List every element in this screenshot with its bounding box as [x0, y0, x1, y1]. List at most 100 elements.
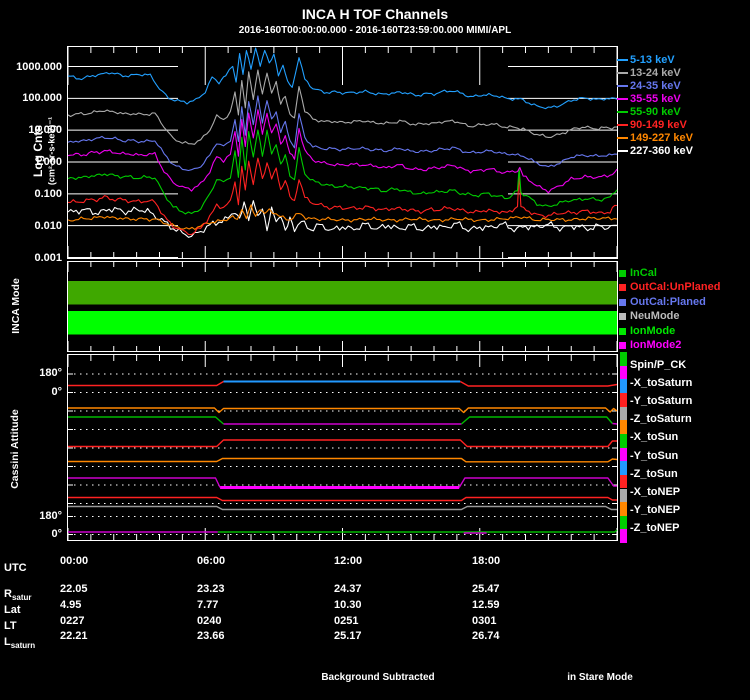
- table-cell-Lat-0: 4.95: [60, 599, 82, 611]
- mode-swatch-InCal: [619, 270, 626, 277]
- attitude-ytick-label: 0°: [51, 385, 62, 398]
- l-row-label: Lsaturn: [4, 636, 36, 651]
- legend-tick-149-227keV: [617, 137, 628, 139]
- attitude-label-Z_toSun: -Z_toSun: [630, 467, 678, 480]
- mode-swatch-IonMode: [619, 327, 626, 335]
- tof-spectra-panel: [67, 46, 618, 259]
- attitude-trace: [459, 380, 618, 387]
- attitude-color-strip-segment: [620, 420, 627, 434]
- attitude-color-strip-segment: [620, 461, 627, 475]
- attitude-color-strip-segment: [620, 488, 627, 503]
- attitude-trace: [68, 477, 221, 488]
- attitude-ytick-label: 180°: [39, 367, 62, 379]
- legend-item: 13-24 keV: [630, 67, 681, 79]
- attitude-ytick-label: 0°: [51, 527, 62, 540]
- cassini-attitude-panel: [67, 354, 618, 541]
- attitude-trace: [68, 457, 618, 463]
- plot-page: INCA H TOF Channels 2016-160T00:00:00.00…: [0, 0, 750, 700]
- legend-item: 55-90 keV: [630, 106, 681, 118]
- attitude-label-X_toSaturn: -X_toSaturn: [630, 377, 693, 390]
- time-range-subtitle: 2016-160T00:00:00.000 - 2016-160T23:59:0…: [238, 25, 512, 36]
- attitude-axis-title: Cassini Attitude: [9, 409, 21, 489]
- attitude-label-Y_toSun: -Y_toSun: [630, 449, 679, 462]
- legend-item: 35-55 keV: [630, 93, 681, 105]
- legend-tick-227-360keV: [617, 150, 628, 152]
- tof-series-24-35keV: [67, 95, 618, 172]
- legend-item: 149-227 keV: [630, 132, 693, 144]
- table-cell-Lat-1: 7.77: [197, 599, 219, 611]
- attitude-color-strip-segment: [620, 352, 627, 366]
- mode-label: InCal: [630, 267, 657, 279]
- attitude-color-strip-segment: [620, 529, 627, 544]
- table-cell-L-1: 23.66: [197, 630, 225, 642]
- legend-tick-5-13keV: [617, 59, 628, 61]
- mode-label: OutCal:UnPlaned: [630, 281, 721, 294]
- attitude-trace: [68, 505, 617, 511]
- table-cell-UTC-0: 00:00: [60, 555, 89, 567]
- mode-swatch-OutCal:Planed: [619, 298, 626, 306]
- legend-tick-90-149keV: [617, 124, 628, 126]
- table-cell-R-1: 23.23: [197, 583, 225, 595]
- attitude-trace: [68, 416, 224, 425]
- mode-label: IonMode: [630, 324, 676, 337]
- legend-item: 90-149 keV: [630, 119, 687, 131]
- table-cell-L-2: 25.17: [334, 630, 362, 642]
- attitude-trace: [68, 407, 618, 414]
- mode-label: OutCal:Planed: [630, 295, 706, 308]
- attitude-label-Z_toSaturn: -Z_toSaturn: [630, 413, 692, 426]
- table-cell-L-0: 22.21: [60, 630, 88, 642]
- table-cell-Lat-2: 10.30: [334, 599, 362, 611]
- page-title: INCA H TOF Channels: [301, 6, 449, 22]
- stare-mode-note: in Stare Mode: [567, 672, 633, 683]
- table-cell-UTC-2: 12:00: [334, 555, 363, 567]
- table-cell-UTC-1: 06:00: [197, 555, 226, 567]
- table-cell-LT-3: 0301: [472, 615, 497, 627]
- attitude-color-strip-segment: [620, 474, 627, 489]
- r-row-label: Rsatur: [4, 588, 32, 603]
- utc-row-label: UTC: [4, 562, 27, 574]
- table-cell-Lat-3: 12.59: [472, 599, 500, 611]
- table-cell-LT-0: 0227: [60, 615, 85, 627]
- mode-bar: [68, 281, 617, 305]
- mode-axis-title: INCA Mode: [10, 278, 22, 334]
- mode-bar: [68, 311, 617, 335]
- background-subtracted-note: Background Subtracted: [321, 672, 435, 683]
- mode-swatch-NeuMode: [619, 313, 626, 321]
- attitude-color-strip-segment: [620, 392, 627, 407]
- attitude-color-strip-segment: [620, 502, 627, 516]
- legend-tick-55-90keV: [617, 111, 628, 113]
- tof-ytick-label: 0.010: [34, 219, 62, 232]
- table-cell-R-2: 24.37: [334, 583, 362, 595]
- tof-ytick-label: 1000.000: [16, 60, 62, 73]
- table-cell-LT-1: 0240: [197, 615, 222, 627]
- table-cell-LT-2: 0251: [334, 615, 359, 627]
- attitude-trace: [460, 416, 613, 425]
- legend-tick-35-55keV: [617, 98, 628, 100]
- table-cell-UTC-3: 18:00: [472, 555, 501, 567]
- tof-series-55-90keV: [67, 129, 618, 215]
- tof-ytick-label: 0.001: [34, 251, 62, 264]
- attitude-color-strip-segment: [620, 433, 627, 448]
- legend-item: 5-13 keV: [630, 54, 675, 66]
- table-cell-L-3: 26.74: [472, 630, 500, 642]
- attitude-color-strip-segment: [620, 406, 627, 421]
- legend-tick-24-35keV: [617, 85, 628, 87]
- lt-row-label: LT: [4, 620, 17, 632]
- table-cell-R-0: 22.05: [60, 583, 88, 595]
- attitude-label-Z_toNEP: -Z_toNEP: [630, 521, 680, 534]
- attitude-trace: [68, 439, 617, 448]
- tof-series-90-149keV: [68, 157, 618, 236]
- attitude-color-strip-segment: [620, 447, 627, 462]
- legend-tick-13-24keV: [617, 72, 628, 74]
- attitude-label-X_toNEP: -X_toNEP: [630, 485, 681, 498]
- attitude-label-Y_toSaturn: -Y_toSaturn: [630, 395, 693, 408]
- attitude-label-SpinP_CK: Spin/P_CK: [630, 359, 687, 371]
- mode-label: NeuMode: [630, 310, 680, 323]
- attitude-color-strip-segment: [620, 515, 627, 530]
- attitude-trace: [458, 477, 617, 488]
- attitude-trace: [68, 380, 224, 387]
- inca-mode-panel: [67, 261, 618, 352]
- tof-series-35-55keV: [67, 109, 618, 194]
- attitude-ytick-label: 180°: [39, 509, 62, 522]
- tof-ytick-label: 1.000: [34, 156, 62, 168]
